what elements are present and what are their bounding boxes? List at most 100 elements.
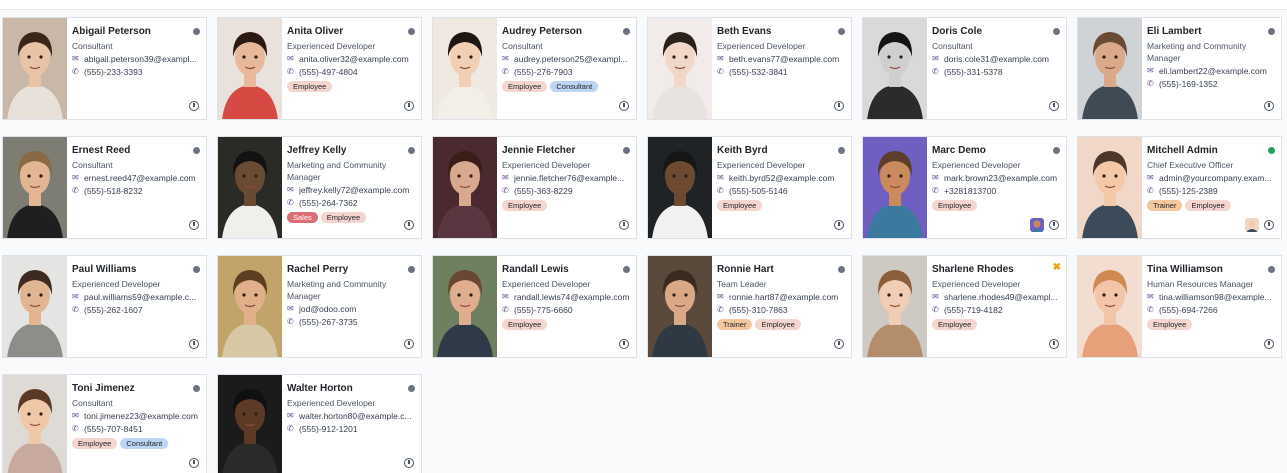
employee-phone[interactable]: +3281813700 <box>944 185 996 197</box>
employee-name[interactable]: Toni Jimenez <box>72 382 200 395</box>
employee-name[interactable]: Mitchell Admin <box>1147 144 1275 157</box>
clock-icon[interactable] <box>404 458 414 468</box>
employee-phone[interactable]: (555)-310-7863 <box>729 304 788 316</box>
employee-card[interactable]: Anita Oliver Experienced Developer ✉ anita.… <box>217 17 422 120</box>
employee-phone[interactable]: (555)-125-2389 <box>1159 185 1218 197</box>
clock-icon[interactable] <box>619 220 629 230</box>
employee-email[interactable]: beth.evans77@example.com <box>729 53 839 65</box>
employee-card[interactable]: Paul Williams Experienced Developer ✉ paul.… <box>2 255 207 358</box>
employee-card[interactable]: Jennie Fletcher Experienced Developer ✉ jen… <box>432 136 637 239</box>
employee-name[interactable]: Jennie Fletcher <box>502 144 630 157</box>
employee-name[interactable]: Ronnie Hart <box>717 263 845 276</box>
employee-phone[interactable]: (555)-363-8229 <box>514 185 573 197</box>
clock-icon[interactable] <box>619 101 629 111</box>
employee-name[interactable]: Rachel Perry <box>287 263 415 276</box>
employee-card[interactable]: Mitchell Admin Chief Executive Officer ✉ ad… <box>1077 136 1282 239</box>
clock-icon[interactable] <box>404 101 414 111</box>
employee-card[interactable]: Marc Demo Experienced Developer ✉ mark.brow… <box>862 136 1067 239</box>
clock-icon[interactable] <box>189 339 199 349</box>
employee-name[interactable]: Jeffrey Kelly <box>287 144 415 157</box>
employee-email[interactable]: doris.cole31@example.com <box>944 53 1049 65</box>
employee-phone[interactable]: (555)-505-5146 <box>729 185 788 197</box>
employee-phone[interactable]: (555)-532-3841 <box>729 66 788 78</box>
employee-card[interactable]: Eli Lambert Marketing and Community Manag… <box>1077 17 1282 120</box>
employee-email[interactable]: keith.byrd52@example.com <box>729 172 834 184</box>
employee-name[interactable]: Paul Williams <box>72 263 200 276</box>
employee-email[interactable]: jeffrey.kelly72@example.com <box>299 184 409 196</box>
employee-email[interactable]: toni.jimenez23@example.com <box>84 410 198 422</box>
employee-email[interactable]: eli.lambert22@example.com <box>1159 65 1267 77</box>
clock-icon[interactable] <box>619 339 629 349</box>
employee-card[interactable]: Doris Cole Consultant ✉ doris.cole31@exampl… <box>862 17 1067 120</box>
employee-card[interactable]: Abigail Peterson Consultant ✉ abigail.peter… <box>2 17 207 120</box>
employee-phone[interactable]: (555)-719-4182 <box>944 304 1003 316</box>
employee-phone[interactable]: (555)-707-8451 <box>84 423 143 435</box>
employee-name[interactable]: Abigail Peterson <box>72 25 200 38</box>
clock-icon[interactable] <box>834 220 844 230</box>
clock-icon[interactable] <box>1049 101 1059 111</box>
employee-name[interactable]: Beth Evans <box>717 25 845 38</box>
employee-email[interactable]: jod@odoo.com <box>299 303 356 315</box>
employee-card[interactable]: Randall Lewis Experienced Developer ✉ randa… <box>432 255 637 358</box>
user-avatar[interactable] <box>1030 218 1044 232</box>
employee-phone[interactable]: (555)-912-1201 <box>299 423 358 435</box>
user-avatar[interactable] <box>1245 218 1259 232</box>
clock-icon[interactable] <box>834 101 844 111</box>
clock-icon[interactable] <box>404 220 414 230</box>
employee-card[interactable]: Keith Byrd Experienced Developer ✉ keith.by… <box>647 136 852 239</box>
employee-card[interactable]: Beth Evans Experienced Developer ✉ beth.eva… <box>647 17 852 120</box>
employee-card[interactable]: Tina Williamson Human Resources Manager ✉ t… <box>1077 255 1282 358</box>
employee-card[interactable]: Jeffrey Kelly Marketing and Community Man… <box>217 136 422 239</box>
employee-card[interactable]: Audrey Peterson Consultant ✉ audrey.peterso… <box>432 17 637 120</box>
employee-phone[interactable]: (555)-518-8232 <box>84 185 143 197</box>
employee-card[interactable]: Toni Jimenez Consultant ✉ toni.jimenez23@ex… <box>2 374 207 473</box>
employee-email[interactable]: anita.oliver32@example.com <box>299 53 409 65</box>
employee-email[interactable]: tina.williamson98@example... <box>1159 291 1272 303</box>
employee-name[interactable]: Sharlene Rhodes <box>932 263 1060 276</box>
employee-email[interactable]: paul.williams59@example.c... <box>84 291 196 303</box>
clock-icon[interactable] <box>189 458 199 468</box>
employee-name[interactable]: Walter Horton <box>287 382 415 395</box>
employee-name[interactable]: Marc Demo <box>932 144 1060 157</box>
clock-icon[interactable] <box>404 339 414 349</box>
employee-phone[interactable]: (555)-331-5378 <box>944 66 1003 78</box>
employee-email[interactable]: walter.horton80@example.c... <box>299 410 412 422</box>
employee-email[interactable]: randall.lewis74@example.com <box>514 291 629 303</box>
employee-name[interactable]: Keith Byrd <box>717 144 845 157</box>
employee-card[interactable]: Walter Horton Experienced Developer ✉ walte… <box>217 374 422 473</box>
employee-card[interactable]: Sharlene Rhodes Experienced Developer ✉ sha… <box>862 255 1067 358</box>
employee-email[interactable]: ernest.reed47@example.com <box>84 172 196 184</box>
employee-card[interactable]: Rachel Perry Marketing and Community Mana… <box>217 255 422 358</box>
employee-email[interactable]: audrey.peterson25@exampl... <box>514 53 627 65</box>
employee-phone[interactable]: (555)-233-3393 <box>84 66 143 78</box>
clock-icon[interactable] <box>834 339 844 349</box>
employee-card[interactable]: Ernest Reed Consultant ✉ ernest.reed47@exam… <box>2 136 207 239</box>
employee-name[interactable]: Eli Lambert <box>1147 25 1275 38</box>
clock-icon[interactable] <box>1049 220 1059 230</box>
employee-phone[interactable]: (555)-497-4804 <box>299 66 358 78</box>
employee-email[interactable]: mark.brown23@example.com <box>944 172 1057 184</box>
employee-email[interactable]: sharlene.rhodes49@exampl... <box>944 291 1058 303</box>
employee-phone[interactable]: (555)-267-3735 <box>299 316 358 328</box>
clock-icon[interactable] <box>1264 339 1274 349</box>
employee-phone[interactable]: (555)-169-1352 <box>1159 78 1218 90</box>
clock-icon[interactable] <box>189 220 199 230</box>
employee-phone[interactable]: (555)-775-6660 <box>514 304 573 316</box>
clock-icon[interactable] <box>189 101 199 111</box>
employee-name[interactable]: Randall Lewis <box>502 263 630 276</box>
clock-icon[interactable] <box>1264 101 1274 111</box>
employee-phone[interactable]: (555)-264-7362 <box>299 197 358 209</box>
employee-card[interactable]: Ronnie Hart Team Leader ✉ ronnie.hart87@exa… <box>647 255 852 358</box>
employee-name[interactable]: Doris Cole <box>932 25 1060 38</box>
clock-icon[interactable] <box>1264 220 1274 230</box>
employee-email[interactable]: jennie.fletcher76@example... <box>514 172 624 184</box>
employee-name[interactable]: Anita Oliver <box>287 25 415 38</box>
employee-email[interactable]: ronnie.hart87@example.com <box>729 291 838 303</box>
clock-icon[interactable] <box>1049 339 1059 349</box>
employee-name[interactable]: Audrey Peterson <box>502 25 630 38</box>
employee-phone[interactable]: (555)-694-7266 <box>1159 304 1218 316</box>
employee-email[interactable]: admin@yourcompany.exam... <box>1159 172 1271 184</box>
employee-name[interactable]: Ernest Reed <box>72 144 200 157</box>
employee-phone[interactable]: (555)-262-1607 <box>84 304 143 316</box>
employee-name[interactable]: Tina Williamson <box>1147 263 1275 276</box>
